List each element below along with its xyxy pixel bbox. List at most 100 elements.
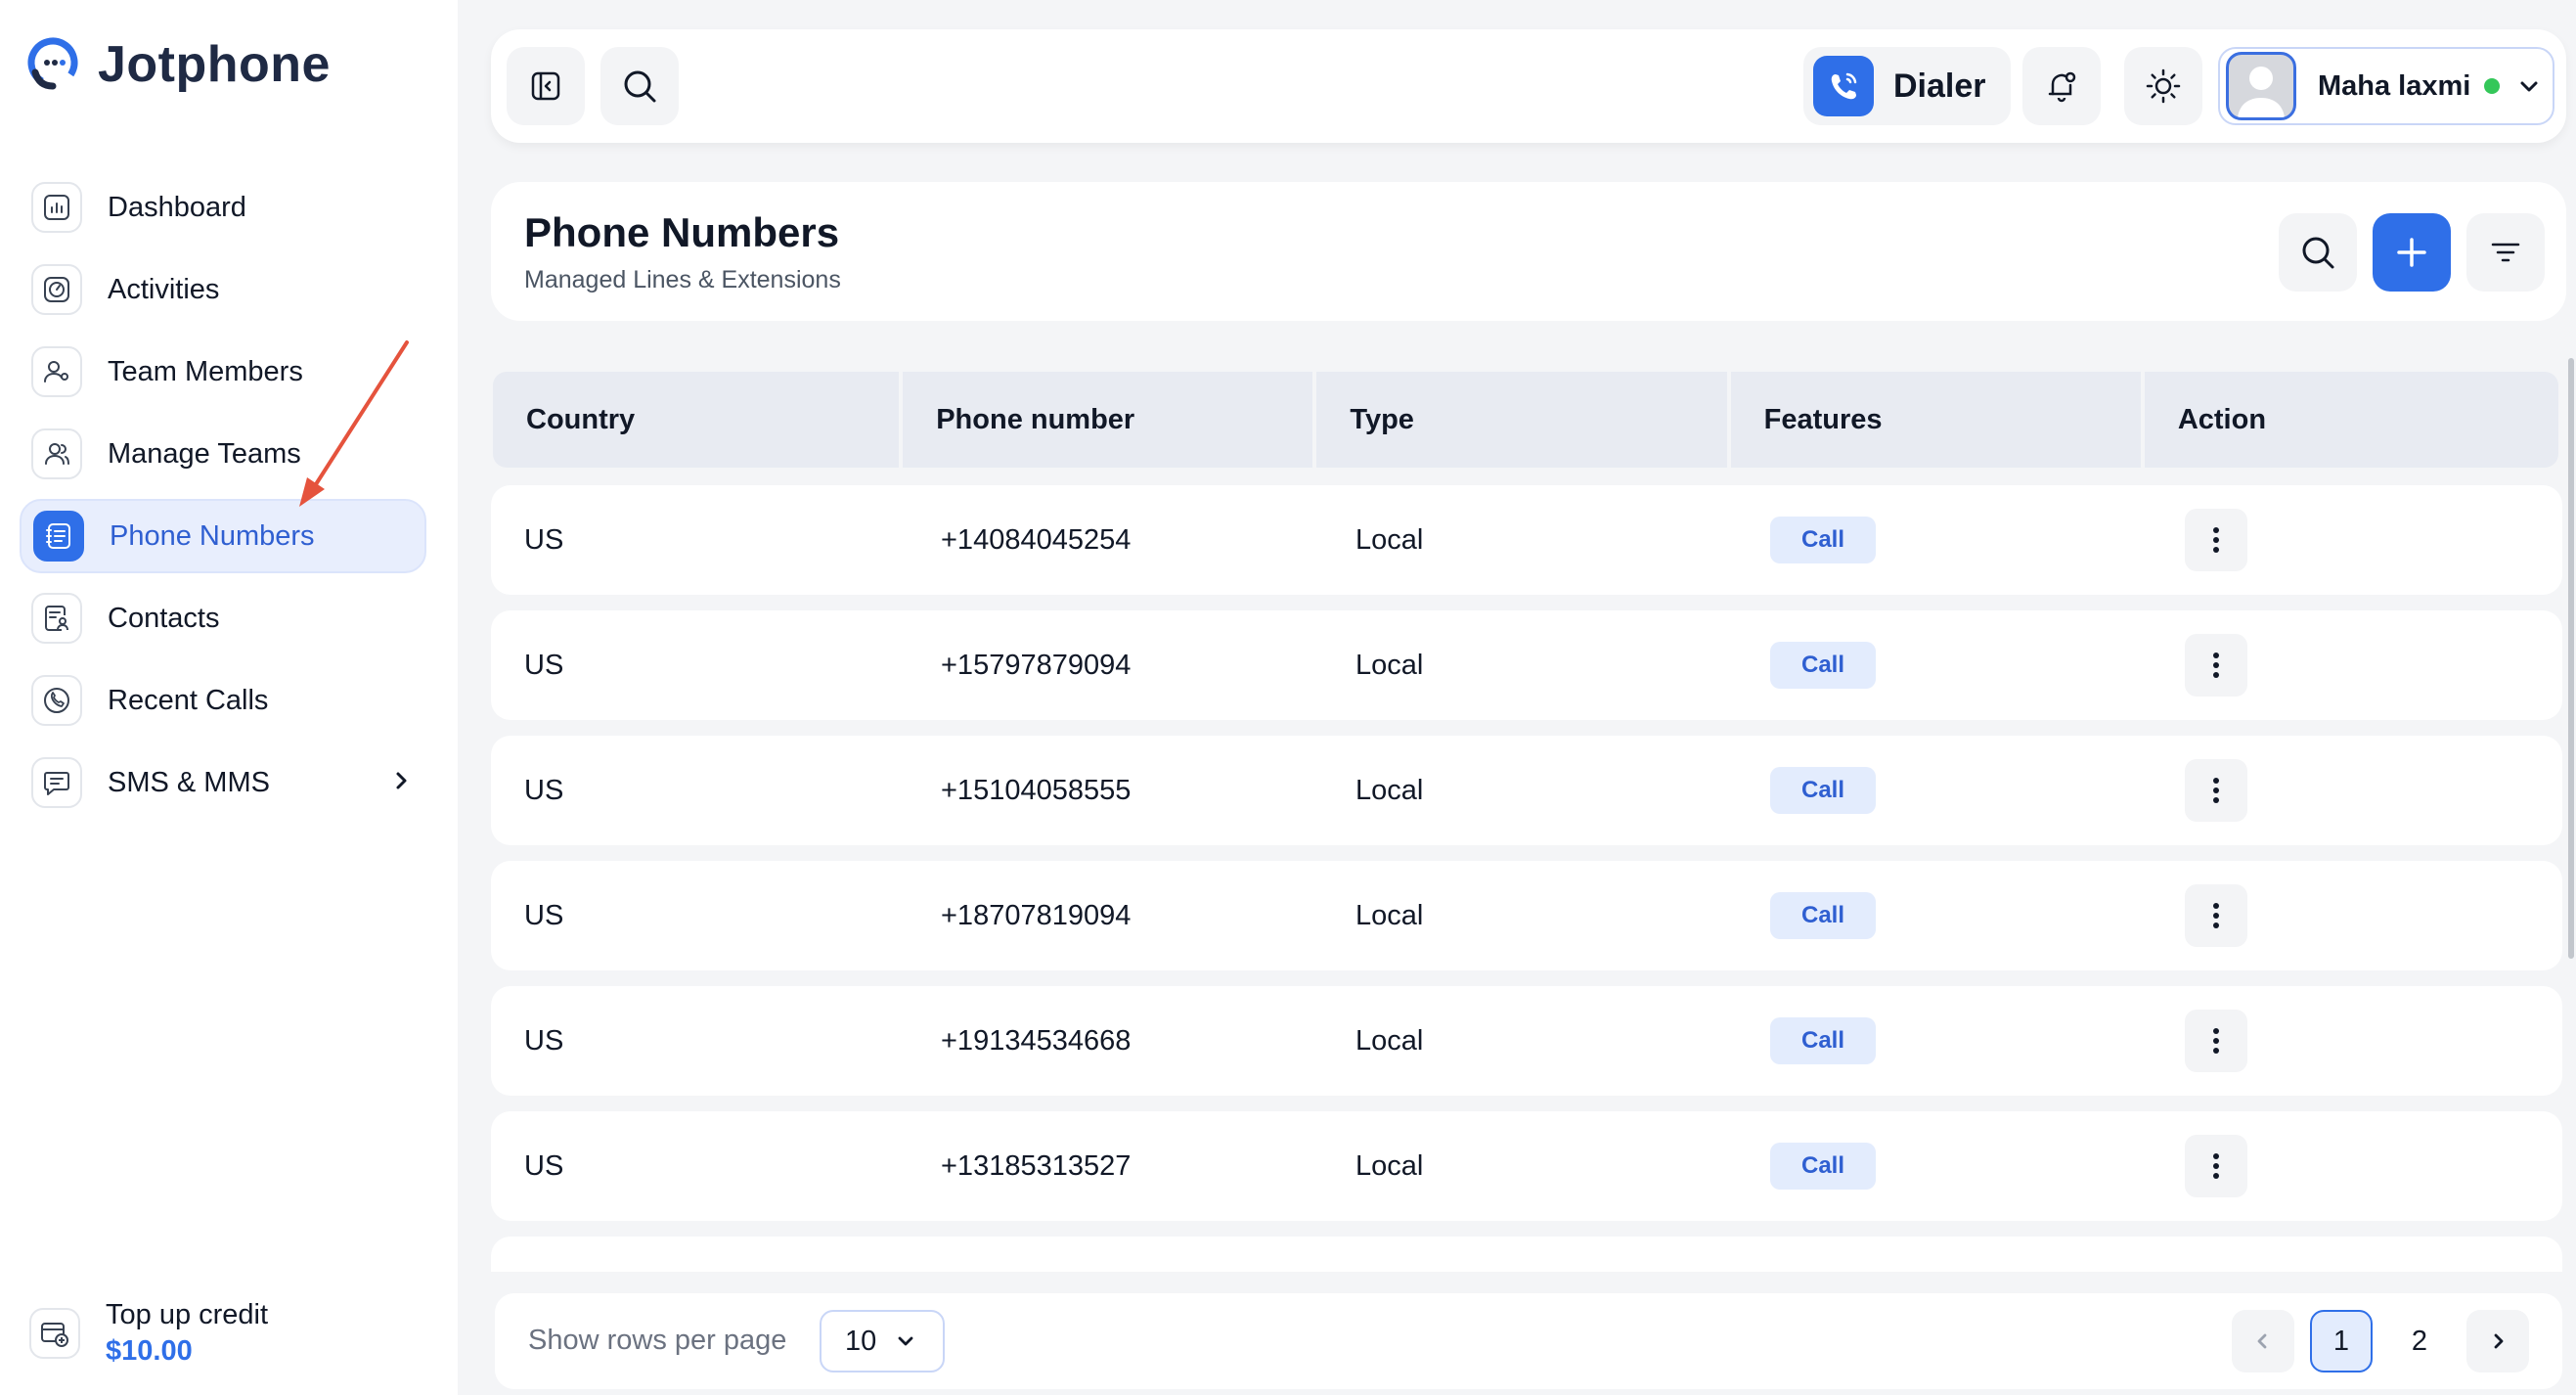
sidebar-item-sms-mms[interactable]: SMS & MMS [20,745,426,820]
user-menu[interactable]: Maha laxmi [2218,47,2554,125]
contacts-icon [31,593,82,644]
sidebar-item-dashboard[interactable]: Dashboard [20,170,426,245]
wallet-icon [29,1308,80,1359]
annotation-arrow-icon [299,340,409,507]
chevron-right-icon [396,772,407,789]
more-vertical-icon [2213,1028,2219,1054]
theme-toggle-button[interactable] [2124,47,2202,125]
phone-icon [1813,56,1874,116]
toggle-sidebar-button[interactable] [507,47,585,125]
chevron-right-icon [2494,1333,2504,1349]
online-status-dot [2484,78,2501,94]
row-actions-button[interactable] [2185,1135,2247,1197]
chart-icon [31,182,82,233]
more-vertical-icon [2213,652,2219,678]
next-page-button[interactable] [2466,1310,2529,1372]
sidebar-item-phone-numbers[interactable]: Phone Numbers [20,499,426,573]
credit-balance: $10.00 [106,1335,193,1367]
filter-button[interactable] [2466,213,2545,292]
column-header-country[interactable]: Country [493,372,900,468]
sidebar-item-activities[interactable]: Activities [20,252,426,327]
table-row-partial[interactable] [491,1237,2562,1272]
phone-numbers-table: Country Phone number Type Features Actio… [491,372,2562,1272]
page-title: Phone Numbers [524,209,840,255]
table-row[interactable]: US +15797879094 Local Call [491,610,2562,720]
global-search-button[interactable] [600,47,679,125]
bell-icon [2048,71,2076,103]
cell-country: US [524,774,564,806]
feature-badge: Call [1770,767,1877,814]
row-actions-button[interactable] [2185,1010,2247,1072]
table-row[interactable]: US +19134534668 Local Call [491,986,2562,1096]
feature-badge: Call [1770,892,1877,939]
cell-phone-number: +15104058555 [941,774,1132,806]
cell-phone-number: +13185313527 [941,1149,1132,1182]
cell-phone-number: +15797879094 [941,649,1132,681]
feature-badge: Call [1770,517,1877,563]
sidebar-item-recent-calls[interactable]: Recent Calls [20,663,426,738]
search-icon [624,70,656,103]
dialer-label: Dialer [1893,67,1986,105]
table-row[interactable]: US +13185313527 Local Call [491,1111,2562,1221]
feature-badge: Call [1770,1143,1877,1190]
cell-type: Local [1355,774,1424,806]
chevron-left-icon [2257,1333,2267,1349]
column-header-phone-number[interactable]: Phone number [903,372,1313,468]
add-number-button[interactable] [2373,213,2451,292]
cell-phone-number: +19134534668 [941,1024,1132,1057]
chevron-down-icon [2520,81,2538,92]
table-footer: Show rows per page 10 1 2 [495,1293,2562,1389]
sidebar-item-label: Phone Numbers [110,519,315,552]
topbar: Dialer Maha laxmi [491,29,2566,143]
sidebar-item-contacts[interactable]: Contacts [20,581,426,655]
sidebar: Jotphone Dashboard Activities Team Membe… [0,0,458,1395]
row-actions-button[interactable] [2185,759,2247,822]
chevron-down-icon [898,1336,913,1346]
cell-type: Local [1355,1024,1424,1057]
page-header: Phone Numbers Managed Lines & Extensions [491,182,2566,321]
notifications-button[interactable] [2022,47,2101,125]
page-1-button[interactable]: 1 [2310,1310,2373,1372]
phone-book-icon [33,511,84,562]
more-vertical-icon [2213,1153,2219,1179]
sidebar-item-label: SMS & MMS [108,766,270,798]
top-up-credit[interactable]: Top up credit $10.00 [29,1299,268,1368]
row-actions-button[interactable] [2185,634,2247,697]
sidebar-item-label: Manage Teams [108,437,301,470]
scrollbar-thumb[interactable] [2568,358,2574,959]
rows-per-page-select[interactable]: 10 [820,1310,945,1372]
previous-page-button[interactable] [2232,1310,2294,1372]
app-logo[interactable]: Jotphone [22,33,331,96]
column-header-type[interactable]: Type [1316,372,1727,468]
row-actions-button[interactable] [2185,884,2247,947]
table-row[interactable]: US +18707819094 Local Call [491,861,2562,970]
table-header: Country Phone number Type Features Actio… [493,372,2558,468]
sidebar-item-label: Recent Calls [108,684,269,716]
rows-per-page-value: 10 [845,1325,877,1357]
table-row[interactable]: US +14084045254 Local Call [491,485,2562,595]
cell-type: Local [1355,1149,1424,1182]
more-vertical-icon [2213,903,2219,928]
recent-calls-icon [31,675,82,726]
more-vertical-icon [2213,778,2219,803]
cell-type: Local [1355,523,1424,556]
page-2-button[interactable]: 2 [2388,1310,2451,1372]
rows-per-page-label: Show rows per page [528,1325,787,1356]
column-header-features[interactable]: Features [1730,372,2141,468]
sidebar-item-label: Team Members [108,355,303,387]
avatar [2226,52,2296,120]
filter-icon [2491,243,2520,262]
user-name: Maha laxmi [2318,69,2471,102]
sidebar-item-label: Activities [108,273,220,305]
sidebar-item-label: Dashboard [108,191,246,223]
cell-country: US [524,1024,564,1057]
cell-type: Local [1355,899,1424,931]
row-actions-button[interactable] [2185,509,2247,571]
column-header-action[interactable]: Action [2144,372,2558,468]
cell-phone-number: +14084045254 [941,523,1132,556]
dialer-button[interactable]: Dialer [1803,47,2011,125]
more-vertical-icon [2213,527,2219,553]
table-row[interactable]: US +15104058555 Local Call [491,736,2562,845]
cell-phone-number: +18707819094 [941,899,1132,931]
search-numbers-button[interactable] [2279,213,2357,292]
